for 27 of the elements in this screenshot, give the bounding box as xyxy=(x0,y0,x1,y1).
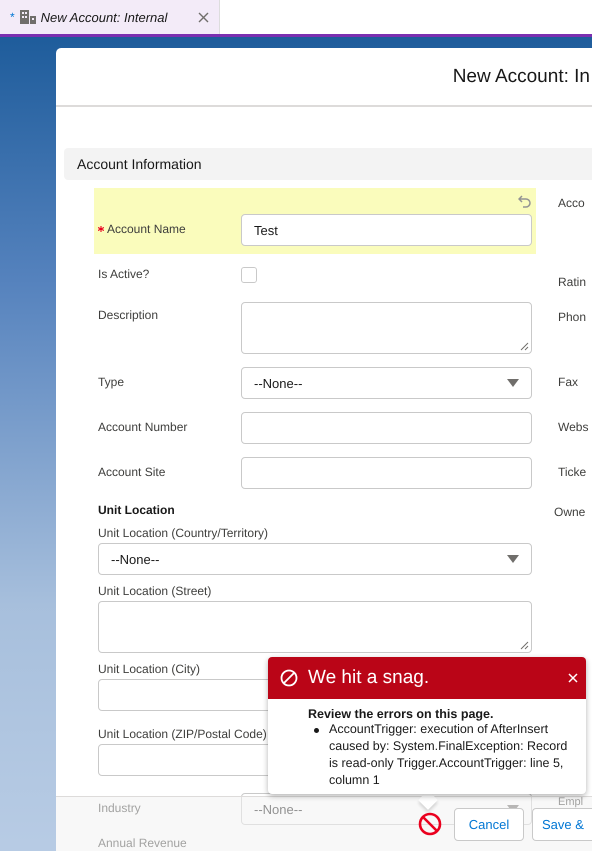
field-label: Type xyxy=(98,375,124,389)
field-label: Ratin xyxy=(558,274,586,289)
field-label: Account Site xyxy=(98,465,166,479)
field-label: Unit Location (Country/Territory) xyxy=(98,526,268,540)
field-label: Account Name xyxy=(107,222,186,236)
field-label: Owne xyxy=(554,504,586,519)
unsaved-marker: * xyxy=(10,10,15,24)
field-label: Ticke xyxy=(558,464,586,479)
field-label: Industry xyxy=(98,801,141,815)
field-label: Is Active? xyxy=(98,267,150,281)
tab-title: New Account: Internal xyxy=(40,10,169,24)
group-title: Unit Location xyxy=(98,503,176,517)
field-label: Empl xyxy=(558,795,584,808)
field-label: Unit Location (ZIP/Postal Code) xyxy=(98,727,267,741)
error-message: AccountTrigger: execution of AfterInsert caused by: System.FinalException: Record is read-only Trigger.AccountTrigger: line 5, column 1 xyxy=(329,721,568,788)
popover-title: We hit a snag. xyxy=(308,667,430,689)
field-label: Account Number xyxy=(98,420,188,434)
field-label: Webs xyxy=(558,419,588,434)
error-heading: Review the errors on this page. xyxy=(308,707,494,721)
field-label: Description xyxy=(98,308,158,322)
field-label: Acco xyxy=(558,195,585,210)
field-label: Unit Location (Street) xyxy=(98,584,212,598)
modal-title: New Account: In xyxy=(452,66,590,88)
field-label: Fax xyxy=(558,374,578,389)
field-label: Phon xyxy=(558,309,586,324)
field-label: Annual Revenue xyxy=(98,836,187,850)
field-label: Unit Location (City) xyxy=(98,662,200,676)
